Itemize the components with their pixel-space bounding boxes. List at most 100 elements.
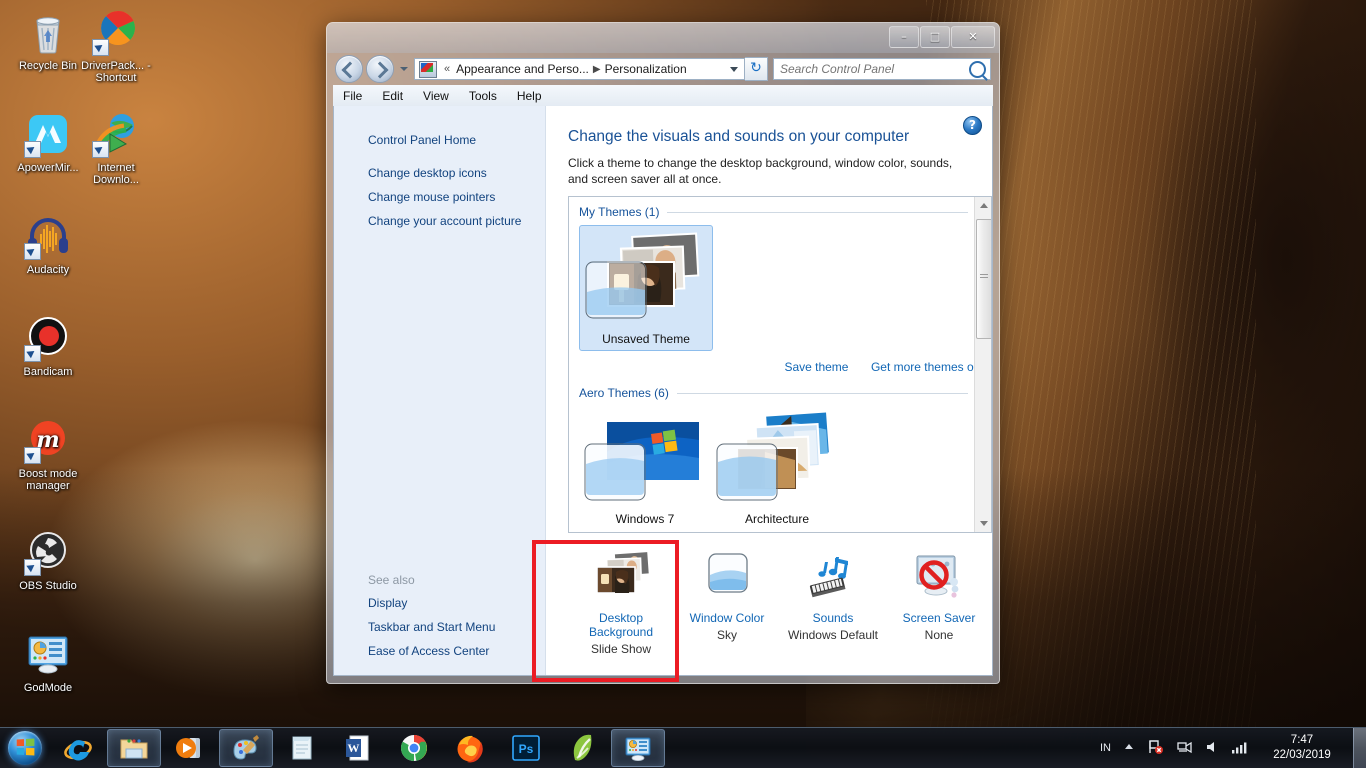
chevron-down-icon[interactable] bbox=[726, 59, 742, 79]
option-value: Windows Default bbox=[780, 628, 886, 642]
breadcrumb[interactable]: « Appearance and Perso... ▶ Personalizat… bbox=[414, 58, 745, 80]
desktop-icon-label: Internet Downlo... bbox=[78, 162, 154, 186]
desktop-icon-obs-studio[interactable]: OBS Studio bbox=[10, 528, 86, 592]
menu-item-help[interactable]: Help bbox=[507, 87, 552, 105]
theme-item-unsaved-theme[interactable]: Unsaved Theme bbox=[579, 225, 713, 351]
desktop-icon-recycle-bin[interactable]: Recycle Bin bbox=[10, 8, 86, 72]
see-also-link-display[interactable]: Display bbox=[334, 591, 545, 615]
personalization-icon bbox=[623, 733, 653, 763]
menu-item-edit[interactable]: Edit bbox=[372, 87, 413, 105]
desktop-icon-driverpack[interactable]: DriverPack... - Shortcut bbox=[78, 8, 154, 84]
scroll-up-arrow-icon[interactable] bbox=[975, 197, 992, 214]
start-button[interactable] bbox=[2, 729, 50, 767]
menu-bar[interactable]: File Edit View Tools Help bbox=[333, 85, 993, 107]
maximize-button[interactable]: □ bbox=[920, 26, 950, 48]
desktop-icon-boost-mode-manager[interactable]: m Boost mode manager bbox=[10, 416, 86, 492]
taskbar-button-control-panel[interactable] bbox=[611, 729, 665, 767]
show-hidden-icons-icon[interactable] bbox=[1117, 741, 1141, 756]
nav-link-change-account-picture[interactable]: Change your account picture bbox=[334, 209, 545, 233]
nav-link-change-mouse-pointers[interactable]: Change mouse pointers bbox=[334, 185, 545, 209]
taskbar-button-word[interactable]: W bbox=[331, 729, 385, 767]
option-label[interactable]: Sounds bbox=[780, 611, 886, 625]
nav-link-control-panel-home[interactable]: Control Panel Home bbox=[334, 128, 545, 161]
system-tray[interactable]: IN bbox=[1094, 728, 1366, 768]
theme-list-scrollbar[interactable] bbox=[974, 197, 991, 532]
show-desktop-button[interactable] bbox=[1353, 728, 1366, 768]
search-input[interactable] bbox=[778, 61, 969, 77]
theme-item-windows-7[interactable]: Windows 7 bbox=[579, 406, 711, 530]
taskbar-button-green-app[interactable] bbox=[555, 729, 609, 767]
search-box[interactable] bbox=[773, 58, 991, 80]
save-theme-link[interactable]: Save theme bbox=[784, 360, 848, 374]
signal-bars-icon[interactable] bbox=[1225, 740, 1253, 757]
minimize-button[interactable]: – bbox=[889, 26, 919, 48]
desktop-icon-bandicam[interactable]: Bandicam bbox=[10, 314, 86, 378]
desktop-icon-label: GodMode bbox=[10, 682, 86, 694]
shortcut-overlay-icon bbox=[92, 141, 109, 158]
menu-item-tools[interactable]: Tools bbox=[459, 87, 507, 105]
word-icon: W bbox=[343, 733, 373, 763]
menu-item-view[interactable]: View bbox=[413, 87, 459, 105]
theme-item-architecture[interactable]: Architecture bbox=[711, 406, 843, 530]
nav-link-change-desktop-icons[interactable]: Change desktop icons bbox=[334, 161, 545, 185]
shortcut-overlay-icon bbox=[92, 39, 109, 56]
taskbar-button-notepad[interactable] bbox=[275, 729, 329, 767]
taskbar-button-firefox[interactable] bbox=[443, 729, 497, 767]
group-divider bbox=[677, 393, 968, 394]
breadcrumb-item-appearance[interactable]: Appearance and Perso... bbox=[453, 62, 592, 76]
taskbar[interactable]: W bbox=[0, 727, 1366, 768]
option-label[interactable]: Desktop Background bbox=[568, 611, 674, 639]
window-title-bar[interactable]: – □ ✕ bbox=[327, 23, 999, 53]
help-icon[interactable]: ? bbox=[963, 116, 982, 135]
breadcrumb-overflow-chevrons[interactable]: « bbox=[441, 63, 453, 75]
option-label[interactable]: Screen Saver bbox=[886, 611, 992, 625]
driverpack-icon bbox=[92, 8, 140, 56]
back-arrow-icon[interactable] bbox=[335, 55, 363, 83]
scrollbar-thumb[interactable] bbox=[976, 219, 992, 339]
desktop-icon-label: Boost mode manager bbox=[10, 468, 86, 492]
option-label[interactable]: Window Color bbox=[674, 611, 780, 625]
taskbar-button-paint[interactable] bbox=[219, 729, 273, 767]
search-icon[interactable] bbox=[969, 61, 986, 78]
action-center-flag-icon[interactable] bbox=[1141, 739, 1171, 758]
shortcut-overlay-icon bbox=[24, 559, 41, 576]
page-subtext: Click a theme to change the desktop back… bbox=[568, 155, 968, 187]
desktop-icon-audacity[interactable]: Audacity bbox=[10, 212, 86, 276]
forward-arrow-icon[interactable] bbox=[366, 55, 394, 83]
personalization-window[interactable]: – □ ✕ « Appearance and Perso... ▶ Person… bbox=[326, 22, 1000, 684]
taskbar-button-photoshop[interactable]: Ps bbox=[499, 729, 553, 767]
language-indicator[interactable]: IN bbox=[1094, 742, 1117, 754]
address-bar-row[interactable]: « Appearance and Perso... ▶ Personalizat… bbox=[327, 53, 999, 85]
taskbar-button-windows-media-player[interactable] bbox=[163, 729, 217, 767]
sounds-icon bbox=[801, 551, 865, 607]
close-button[interactable]: ✕ bbox=[951, 26, 995, 48]
volume-icon[interactable] bbox=[1199, 740, 1225, 757]
breadcrumb-item-personalization[interactable]: Personalization bbox=[602, 62, 690, 76]
taskbar-button-internet-explorer[interactable] bbox=[51, 729, 105, 767]
desktop-icon-internet-download-manager[interactable]: Internet Downlo... bbox=[78, 110, 154, 186]
scroll-down-arrow-icon[interactable] bbox=[975, 515, 992, 532]
desktop-icon-label: ApowerMir... bbox=[10, 162, 86, 174]
option-window-color[interactable]: Window Color Sky bbox=[674, 545, 780, 642]
taskbar-button-windows-explorer[interactable] bbox=[107, 729, 161, 767]
history-dropdown-icon[interactable] bbox=[397, 59, 411, 79]
desktop-background-icon bbox=[589, 551, 653, 607]
refresh-icon[interactable] bbox=[745, 57, 768, 81]
window-controls[interactable]: – □ ✕ bbox=[888, 26, 995, 48]
desktop-icon-apowermirror[interactable]: ApowerMir... bbox=[10, 110, 86, 174]
clock[interactable]: 7:47 22/03/2019 bbox=[1253, 733, 1351, 763]
taskbar-button-chrome[interactable] bbox=[387, 729, 441, 767]
see-also-link-ease-of-access-center[interactable]: Ease of Access Center bbox=[334, 639, 545, 663]
network-icon[interactable] bbox=[1171, 739, 1199, 758]
theme-list[interactable]: My Themes (1) bbox=[568, 196, 992, 533]
menu-item-file[interactable]: File bbox=[333, 87, 372, 105]
clock-date: 22/03/2019 bbox=[1259, 748, 1345, 763]
option-screen-saver[interactable]: Screen Saver None bbox=[886, 545, 992, 642]
option-desktop-background[interactable]: Desktop Background Slide Show bbox=[568, 545, 674, 656]
theme-name: Architecture bbox=[711, 512, 843, 526]
theme-group-title: Aero Themes (6) bbox=[579, 386, 669, 400]
option-sounds[interactable]: Sounds Windows Default bbox=[780, 545, 886, 642]
desktop-icon-godmode[interactable]: GodMode bbox=[10, 630, 86, 694]
notepad-icon bbox=[287, 733, 317, 763]
see-also-link-taskbar-start-menu[interactable]: Taskbar and Start Menu bbox=[334, 615, 545, 639]
